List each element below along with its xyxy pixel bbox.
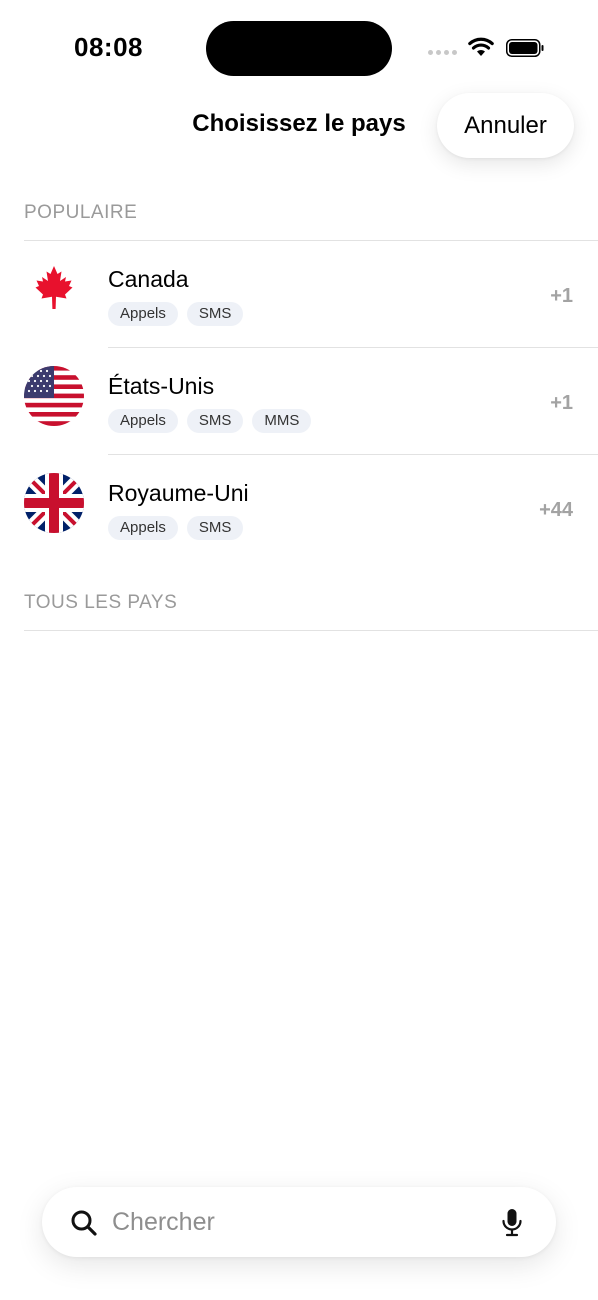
country-name: États-Unis <box>108 373 215 399</box>
dial-code: +1 <box>550 285 573 307</box>
country-row-united-states[interactable]: États-Unis Appels SMS MMS +1 <box>0 348 598 455</box>
canada-flag-icon <box>24 261 84 321</box>
service-tag-sms: SMS <box>186 516 244 540</box>
cellular-signal-icon <box>428 50 458 56</box>
service-tags: Appels SMS MMS <box>108 409 312 433</box>
service-tag-sms: SMS <box>186 409 244 433</box>
country-name: Canada <box>108 266 189 292</box>
search-icon <box>71 1210 97 1236</box>
country-row-canada[interactable]: Canada Appels SMS +1 <box>0 241 598 348</box>
usa-flag-icon <box>24 366 84 426</box>
search-input[interactable] <box>112 1202 492 1242</box>
battery-icon <box>506 39 544 57</box>
uk-flag-icon <box>24 473 84 533</box>
wifi-icon <box>468 37 494 56</box>
dial-code: +1 <box>550 392 573 414</box>
country-row-united-kingdom[interactable]: Royaume-Uni Appels SMS +44 <box>0 455 598 562</box>
service-tag-sms: SMS <box>186 302 244 326</box>
service-tags: Appels SMS <box>108 302 244 326</box>
cancel-button[interactable]: Annuler <box>437 93 574 158</box>
section-header-all-countries: TOUS LES PAYS <box>24 592 178 613</box>
section-header-popular: POPULAIRE <box>24 202 138 223</box>
dynamic-island <box>206 21 392 76</box>
status-time: 08:08 <box>74 32 143 62</box>
service-tags: Appels SMS <box>108 516 244 540</box>
country-picker-screen: 08:08 Choisissez le pays Annuler POPULAI… <box>0 0 598 1300</box>
service-tag-calls: Appels <box>108 516 178 540</box>
service-tag-calls: Appels <box>108 409 178 433</box>
search-bar[interactable] <box>42 1187 556 1257</box>
country-name: Royaume-Uni <box>108 480 249 506</box>
dial-code: +44 <box>539 499 573 521</box>
section-divider <box>24 630 598 631</box>
microphone-icon[interactable] <box>500 1208 524 1238</box>
service-tag-calls: Appels <box>108 302 178 326</box>
service-tag-mms: MMS <box>252 409 312 433</box>
